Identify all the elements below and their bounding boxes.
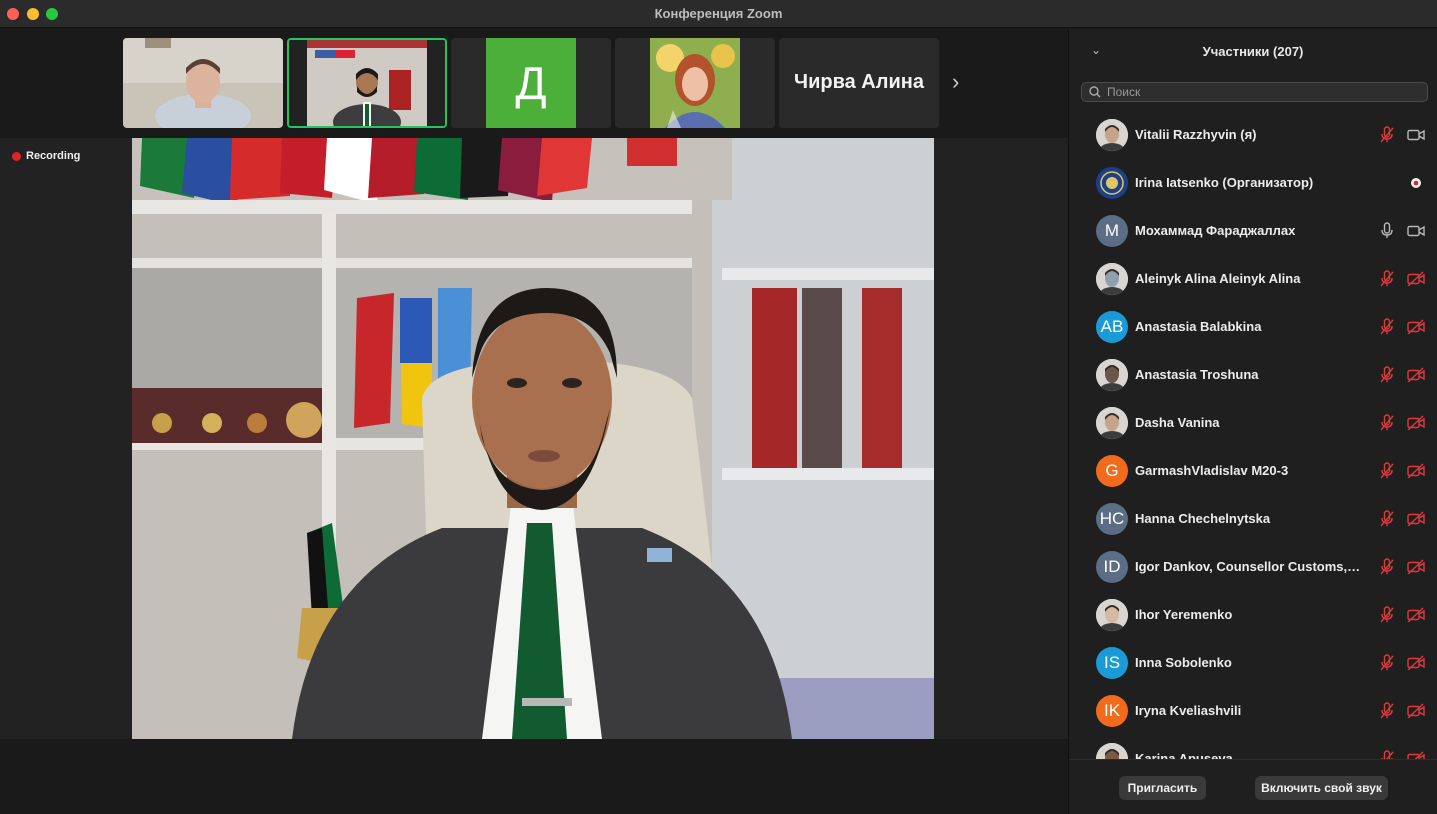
participant-name: Iryna Kveliashvili	[1135, 703, 1242, 718]
avatar: HC	[1096, 503, 1128, 535]
participant-name: Aleinyk Alina Aleinyk Alina	[1135, 271, 1301, 286]
participant-name: Чирва Алина	[794, 71, 924, 93]
camera-off-icon[interactable]	[1407, 751, 1425, 759]
participant-name: Anastasia Balabkina	[1135, 319, 1262, 334]
panel-footer: Пригласить Включить свой звук	[1069, 759, 1437, 814]
avatar: G	[1096, 455, 1128, 487]
camera-icon[interactable]	[1407, 127, 1425, 143]
mic-muted-icon[interactable]	[1379, 654, 1395, 672]
avatar: AB	[1096, 311, 1128, 343]
mic-muted-icon[interactable]	[1379, 414, 1395, 432]
video-thumbnail-name[interactable]: Чирва Алина	[779, 38, 939, 128]
video-thumbnail-1[interactable]	[123, 38, 283, 128]
participant-name: Irina Iatsenko (Организатор)	[1135, 175, 1314, 190]
participant-name: Hanna Chechelnytska	[1135, 511, 1271, 526]
camera-off-icon[interactable]	[1407, 559, 1425, 575]
avatar	[1096, 359, 1128, 391]
main-video: Recording	[0, 138, 1068, 739]
video-thumbnail-active-speaker[interactable]	[287, 38, 447, 128]
camera-icon[interactable]	[1407, 223, 1425, 239]
participant-row[interactable]: Aleinyk Alina Aleinyk Alina	[1069, 255, 1437, 303]
video-thumbnail-4[interactable]	[615, 38, 775, 128]
participant-name: GarmashVladislav M20-3	[1135, 463, 1289, 478]
avatar-initial: Д	[486, 38, 576, 128]
camera-off-icon[interactable]	[1407, 271, 1425, 287]
speaker-video-image	[132, 138, 934, 739]
mic-muted-icon[interactable]	[1379, 318, 1395, 336]
speaker-video	[132, 138, 934, 739]
mic-muted-icon[interactable]	[1379, 702, 1395, 720]
participant-row[interactable]: AB Anastasia Balabkina	[1069, 303, 1437, 351]
participant-video	[123, 38, 283, 128]
search-box[interactable]	[1081, 82, 1428, 102]
camera-off-icon[interactable]	[1407, 319, 1425, 335]
recording-label: Recording	[26, 150, 81, 162]
participant-row[interactable]: Dasha Vanina	[1069, 399, 1437, 447]
title-bar: Конференция Zoom	[0, 0, 1437, 28]
participant-row[interactable]: Irina Iatsenko (Организатор)	[1069, 159, 1437, 207]
mic-muted-icon[interactable]	[1379, 462, 1395, 480]
next-page-arrow-icon[interactable]: ›	[952, 69, 959, 95]
camera-off-icon[interactable]	[1407, 415, 1425, 431]
avatar	[1096, 263, 1128, 295]
mic-muted-icon[interactable]	[1379, 750, 1395, 759]
participant-name: Dasha Vanina	[1135, 415, 1220, 430]
panel-title: Участники (207)	[1202, 44, 1304, 59]
participant-name: Anastasia Troshuna	[1135, 367, 1259, 382]
participant-video	[289, 40, 445, 126]
search-icon	[1089, 86, 1101, 98]
mic-muted-icon[interactable]	[1379, 126, 1395, 144]
mic-muted-icon[interactable]	[1379, 558, 1395, 576]
video-area: Д Чирва Алина › Recording	[0, 29, 1068, 814]
search-input[interactable]	[1107, 85, 1407, 99]
participant-row[interactable]: IS Inna Sobolenko	[1069, 639, 1437, 687]
avatar	[1096, 167, 1128, 199]
mic-muted-icon[interactable]	[1379, 366, 1395, 384]
participant-name: Ihor Yeremenko	[1135, 607, 1233, 622]
mic-muted-icon[interactable]	[1379, 270, 1395, 288]
mic-muted-icon[interactable]	[1379, 606, 1395, 624]
avatar	[1096, 743, 1128, 759]
window-title: Конференция Zoom	[654, 6, 783, 21]
participant-name: Igor Dankov, Counsellor Customs, Mi...	[1135, 559, 1363, 574]
participant-row[interactable]: Vitalii Razzhyvin (я)	[1069, 111, 1437, 159]
recording-icon[interactable]	[1407, 175, 1425, 191]
avatar: ID	[1096, 551, 1128, 583]
participant-row[interactable]: ID Igor Dankov, Counsellor Customs, Mi...	[1069, 543, 1437, 591]
mic-muted-icon[interactable]	[1379, 510, 1395, 528]
camera-off-icon[interactable]	[1407, 655, 1425, 671]
participant-video	[615, 38, 775, 128]
video-thumbnail-initial[interactable]: Д	[451, 38, 611, 128]
participants-panel: ⌄ Участники (207) Vitalii Razzhyvin (я)I…	[1068, 29, 1437, 814]
participant-row[interactable]: Ihor Yeremenko	[1069, 591, 1437, 639]
avatar: IS	[1096, 647, 1128, 679]
participant-name: Inna Sobolenko	[1135, 655, 1232, 670]
camera-off-icon[interactable]	[1407, 511, 1425, 527]
avatar: M	[1096, 215, 1128, 247]
participant-row[interactable]: HC Hanna Chechelnytska	[1069, 495, 1437, 543]
participant-list[interactable]: Vitalii Razzhyvin (я) Irina Iatsenko (Орг…	[1069, 111, 1437, 759]
participant-row[interactable]: IK Iryna Kveliashvili	[1069, 687, 1437, 735]
camera-off-icon[interactable]	[1407, 703, 1425, 719]
avatar	[1096, 119, 1128, 151]
camera-off-icon[interactable]	[1407, 463, 1425, 479]
invite-button[interactable]: Пригласить	[1119, 776, 1206, 800]
unmute-button[interactable]: Включить свой звук	[1255, 776, 1388, 800]
participant-name: Мохаммад Фараджаллах	[1135, 223, 1296, 238]
participant-row[interactable]: G GarmashVladislav M20-3	[1069, 447, 1437, 495]
mic-icon[interactable]	[1379, 222, 1395, 240]
recording-dot-icon	[12, 151, 21, 161]
camera-off-icon[interactable]	[1407, 607, 1425, 623]
participant-name: Vitalii Razzhyvin (я)	[1135, 127, 1257, 142]
participant-name: Karina Apuseva	[1135, 751, 1233, 759]
camera-off-icon[interactable]	[1407, 367, 1425, 383]
avatar	[1096, 599, 1128, 631]
participant-row[interactable]: Anastasia Troshuna	[1069, 351, 1437, 399]
recording-indicator: Recording	[12, 150, 80, 162]
avatar	[1096, 407, 1128, 439]
participant-row[interactable]: M Мохаммад Фараджаллах	[1069, 207, 1437, 255]
avatar: IK	[1096, 695, 1128, 727]
participant-row[interactable]: Karina Apuseva	[1069, 735, 1437, 759]
